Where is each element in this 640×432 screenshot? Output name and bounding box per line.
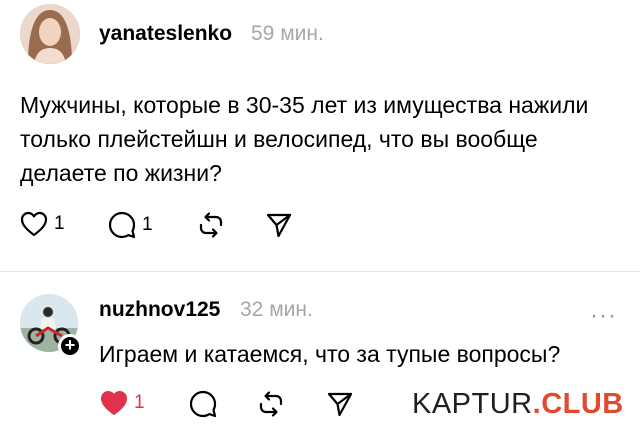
like-button[interactable]: 1	[100, 390, 145, 416]
avatar-photo	[20, 4, 80, 64]
post-time: 32 мин.	[240, 298, 313, 321]
share-icon	[327, 392, 353, 417]
heart-outline-icon	[20, 211, 48, 237]
plus-icon: +	[64, 335, 76, 355]
share-button[interactable]	[326, 390, 354, 418]
repost-button[interactable]	[197, 211, 225, 239]
comment-icon	[108, 211, 136, 239]
post-time: 59 мин.	[251, 22, 324, 45]
reply-count: 1	[142, 214, 153, 235]
share-icon	[266, 213, 292, 238]
reply-button[interactable]	[189, 390, 217, 418]
heart-filled-icon	[101, 391, 127, 415]
like-count: 1	[134, 392, 145, 413]
watermark-part-2: .CLUB	[532, 387, 624, 420]
reply-button[interactable]: 1	[108, 211, 153, 239]
share-button[interactable]	[265, 211, 293, 239]
more-options-icon[interactable]: ···	[590, 302, 617, 330]
repost-icon	[199, 212, 223, 238]
repost-icon	[259, 391, 283, 417]
comment-icon	[189, 390, 217, 418]
post-text: Мужчины, которые в 30-35 лет из имуществ…	[20, 92, 589, 186]
avatar[interactable]	[20, 4, 80, 64]
post-1: yanateslenko 59 мин. Мужчины, которые в …	[0, 0, 640, 272]
watermark-part-1: KAPTUR	[412, 387, 533, 420]
repost-button[interactable]	[257, 390, 285, 418]
username[interactable]: nuzhnov125	[99, 298, 220, 322]
post-text: Играем и катаемся, что за тупые вопросы?	[99, 341, 561, 367]
username[interactable]: yanateslenko	[99, 22, 232, 46]
follow-button[interactable]: +	[58, 334, 82, 358]
watermark-logo: KAPTUR .CLUB	[412, 382, 628, 426]
like-button[interactable]: 1	[20, 211, 65, 237]
like-count: 1	[54, 213, 65, 234]
post-2: + nuzhnov125 32 мин. ··· Играем и катаем…	[0, 272, 640, 432]
